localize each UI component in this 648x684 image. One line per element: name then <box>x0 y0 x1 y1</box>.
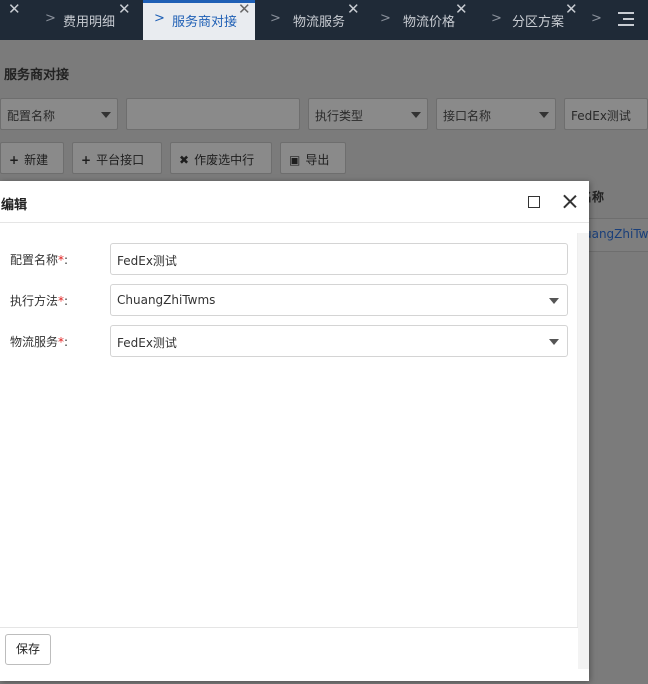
exec-type-select[interactable]: 执行类型 <box>308 98 428 130</box>
tab-fee-details[interactable]: > 费用明细 ✕ <box>30 0 138 40</box>
filter-input-right[interactable]: FedEx测试 <box>564 98 648 130</box>
tab-partial[interactable]: ✕ <box>0 0 30 40</box>
times-icon: ✖ <box>179 153 190 167</box>
close-icon[interactable]: ✕ <box>455 1 468 17</box>
dialog-scrollbar[interactable] <box>578 233 589 669</box>
platform-api-button[interactable]: + 平台接口 <box>72 142 162 174</box>
config-name-field-value: FedEx测试 <box>117 254 177 268</box>
chevron-right-icon: > <box>45 11 56 26</box>
label-colon: : <box>64 335 69 349</box>
tab-label: 物流价格 <box>403 15 456 30</box>
grid-cell[interactable]: ChuangZhiTwms <box>580 218 648 252</box>
export-button-label: 导出 <box>305 153 330 167</box>
api-name-select[interactable]: 接口名称 <box>436 98 556 130</box>
field-label-text: 物流服务 <box>10 335 59 349</box>
logistics-service-select[interactable]: FedEx测试 <box>110 325 568 357</box>
form-row-logistics-service: 物流服务*: FedEx测试 <box>0 325 578 357</box>
tab-label: 分区方案 <box>512 15 565 30</box>
chevron-right-icon: > <box>491 11 502 26</box>
save-button[interactable]: 保存 <box>5 634 51 665</box>
new-button[interactable]: + 新建 <box>0 142 64 174</box>
maximize-icon[interactable] <box>528 196 540 208</box>
dialog-title: 编辑 <box>1 198 28 213</box>
plus-icon: + <box>81 153 92 167</box>
form-row-config-name: 配置名称*: FedEx测试 <box>0 243 578 275</box>
chevron-right-icon: > <box>154 11 165 26</box>
config-name-label: 配置名称*: <box>10 251 68 268</box>
edit-dialog: 编辑 配置名称*: FedEx测试 执行方法*: ChuangZhiTwms 物… <box>0 181 589 681</box>
close-icon[interactable]: ✕ <box>565 1 578 17</box>
tab-label: 费用明细 <box>63 15 116 30</box>
dialog-body: 配置名称*: FedEx测试 执行方法*: ChuangZhiTwms 物流服务… <box>0 233 578 627</box>
close-icon[interactable]: ✕ <box>8 1 21 17</box>
menu-toggle-icon[interactable] <box>618 12 634 26</box>
tab-zone-plan[interactable]: > 分区方案 ✕ <box>473 0 583 40</box>
form-row-exec-method: 执行方法*: ChuangZhiTwms <box>0 284 578 316</box>
config-name-select[interactable]: 配置名称 <box>0 98 118 130</box>
chevron-right-icon: > <box>270 11 281 26</box>
tab-logistics-price[interactable]: > 物流价格 ✕ <box>365 0 473 40</box>
grid-cell-value: ChuangZhiTwms <box>580 227 648 241</box>
exec-method-label: 执行方法*: <box>10 292 68 309</box>
config-name-select-value: 配置名称 <box>7 109 56 123</box>
chevron-right-icon: > <box>591 11 602 26</box>
field-label-text: 配置名称 <box>10 253 59 267</box>
tab-label: 服务商对接 <box>172 15 238 30</box>
exec-method-select[interactable]: ChuangZhiTwms <box>110 284 568 316</box>
export-file-icon: ▣ <box>289 153 301 167</box>
dropdown-arrow-icon <box>549 339 559 345</box>
chevron-right-icon: > <box>380 11 391 26</box>
field-label-text: 执行方法 <box>10 294 59 308</box>
void-selected-button-label: 作废选中行 <box>194 153 255 167</box>
dialog-header: 编辑 <box>0 181 589 223</box>
tab-bar: ✕ > 费用明细 ✕ > 服务商对接 ✕ > 物流服务 ✕ > 物流价格 ✕ >… <box>0 0 648 40</box>
dropdown-arrow-icon <box>411 112 421 118</box>
close-icon[interactable]: ✕ <box>347 1 360 17</box>
close-icon[interactable]: ✕ <box>118 1 131 17</box>
dialog-footer: 保存 <box>0 627 578 669</box>
page-title: 服务商对接 <box>4 68 70 83</box>
tab-label: 物流服务 <box>293 15 346 30</box>
void-selected-button[interactable]: ✖ 作废选中行 <box>170 142 272 174</box>
tab-logistics-service[interactable]: > 物流服务 ✕ <box>255 0 365 40</box>
export-button[interactable]: ▣ 导出 <box>280 142 346 174</box>
config-name-field[interactable]: FedEx测试 <box>110 243 568 275</box>
filter-input-right-value: FedEx测试 <box>571 109 631 123</box>
close-icon[interactable] <box>563 194 577 208</box>
exec-type-select-value: 执行类型 <box>315 109 364 123</box>
platform-api-button-label: 平台接口 <box>96 153 145 167</box>
logistics-service-label: 物流服务*: <box>10 333 68 350</box>
exec-method-select-value: ChuangZhiTwms <box>117 293 216 307</box>
close-icon[interactable]: ✕ <box>238 1 251 17</box>
tab-provider-integration[interactable]: > 服务商对接 ✕ <box>143 0 255 40</box>
dropdown-arrow-icon <box>101 112 111 118</box>
tab-scroll-right[interactable]: > <box>585 0 605 40</box>
label-colon: : <box>64 253 69 267</box>
config-name-input[interactable] <box>126 98 300 130</box>
dropdown-arrow-icon <box>549 298 559 304</box>
dropdown-arrow-icon <box>539 112 549 118</box>
logistics-service-select-value: FedEx测试 <box>117 336 177 350</box>
new-button-label: 新建 <box>24 153 49 167</box>
plus-icon: + <box>9 153 20 167</box>
api-name-select-value: 接口名称 <box>443 109 492 123</box>
label-colon: : <box>64 294 69 308</box>
